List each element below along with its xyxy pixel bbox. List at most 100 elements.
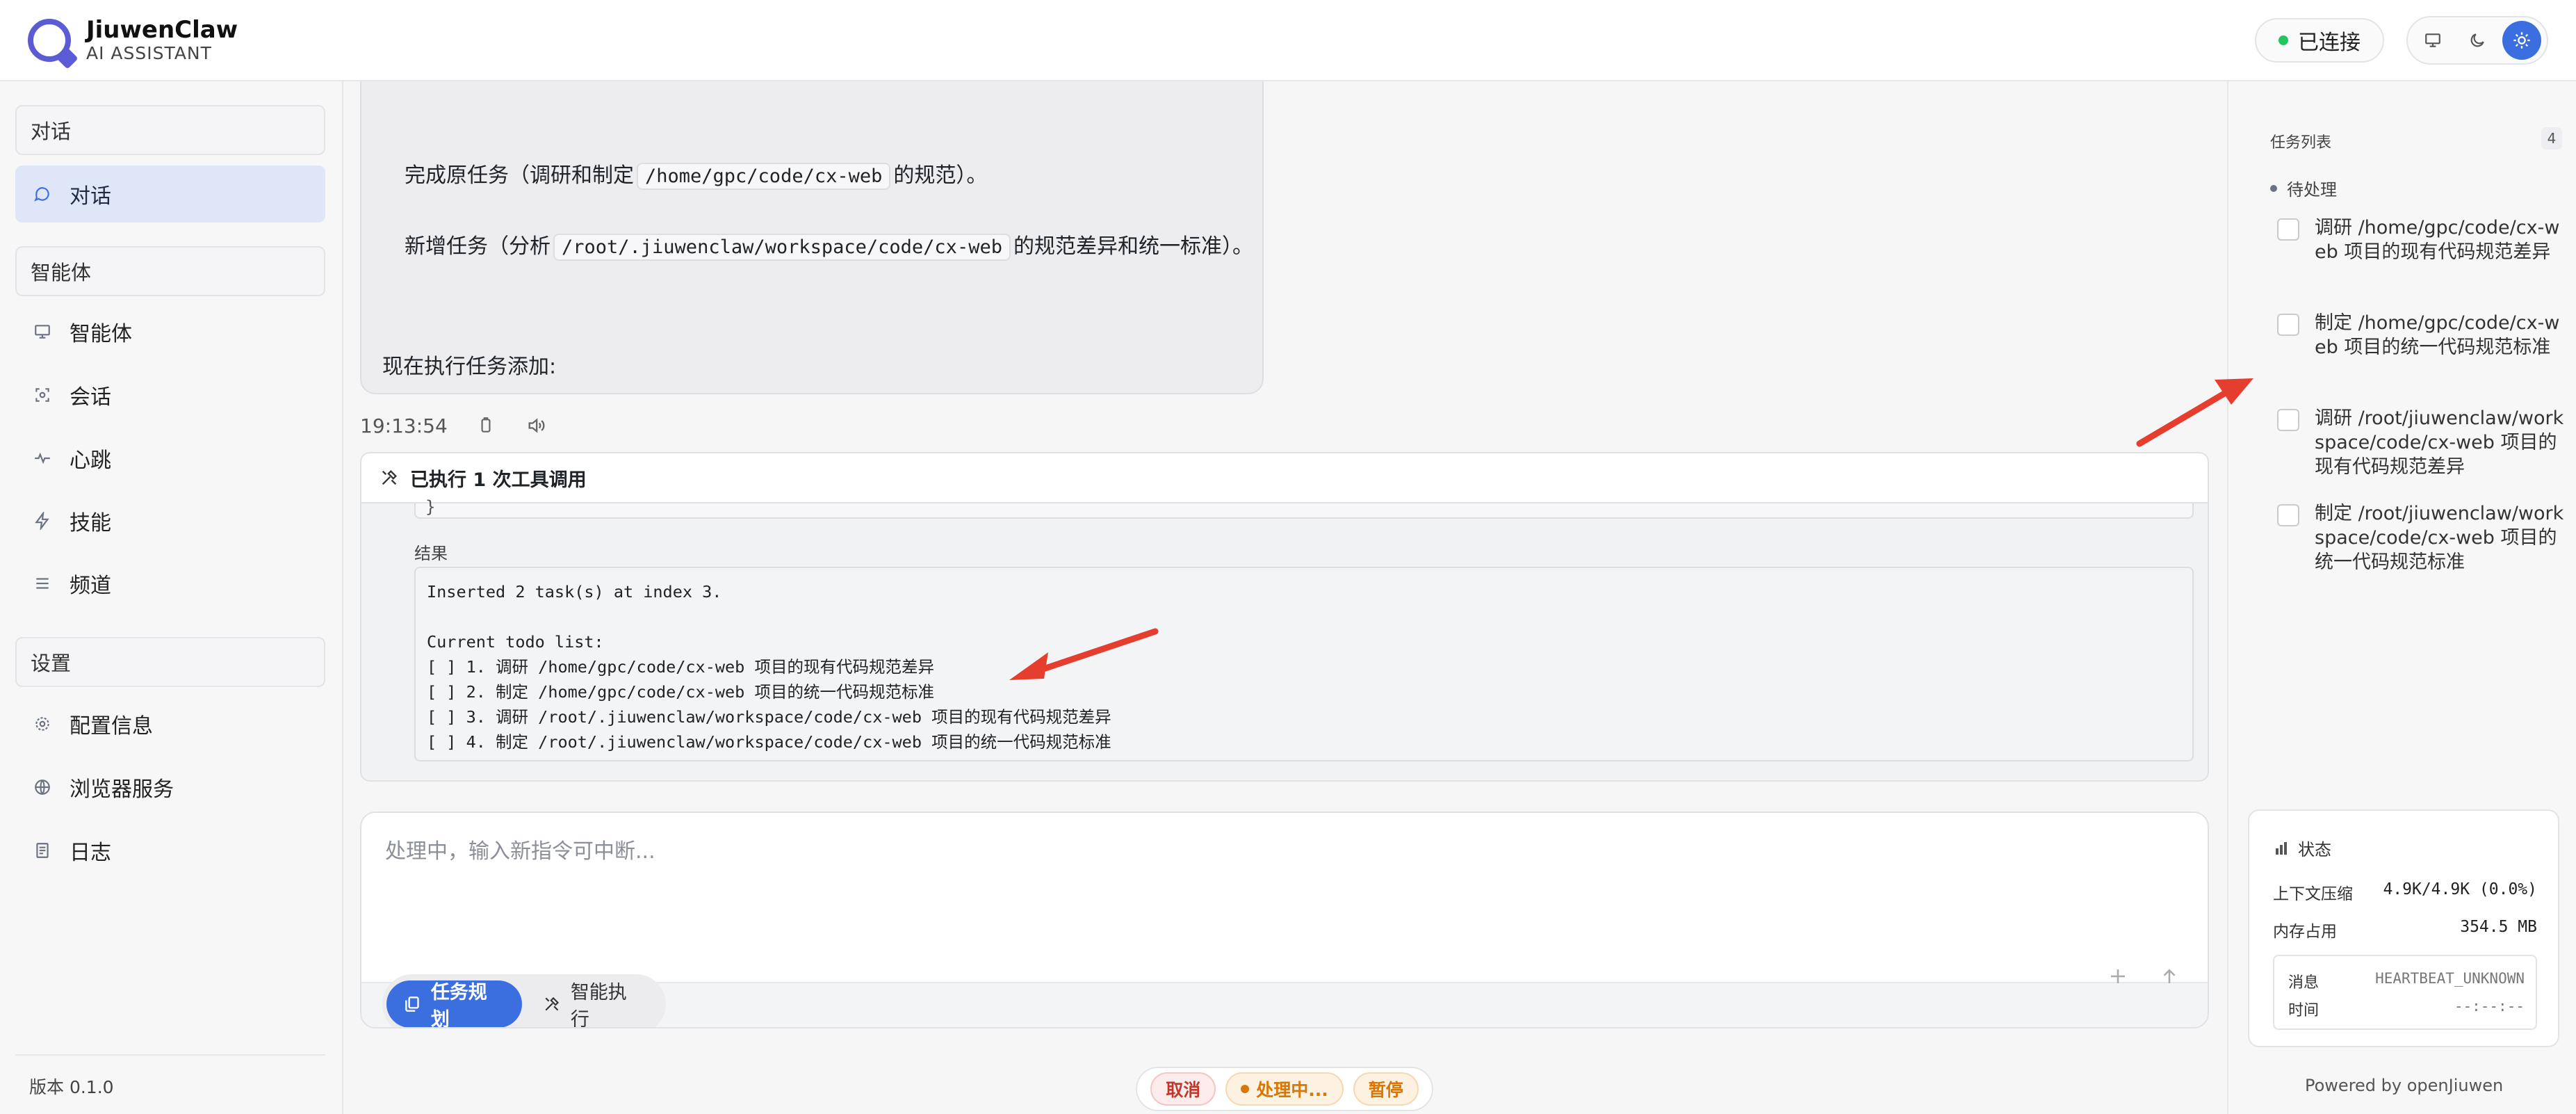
composer-actions xyxy=(2108,966,2180,990)
tool-call-card: 已执行 1 次工具调用 } 结果 Inserted 2 task(s) at i… xyxy=(360,452,2209,782)
monitor-icon xyxy=(2425,33,2440,47)
sidebar-item-browser[interactable]: 浏览器服务 xyxy=(15,759,325,816)
sidebar-item-config[interactable]: 配置信息 xyxy=(15,695,325,752)
heartbeat-box: 消息 HEARTBEAT_UNKNOWN 时间 --:--:-- xyxy=(2273,955,2537,1030)
message-timestamp: 19:13:54 xyxy=(360,414,448,437)
sidebar-item-label: 对话 xyxy=(70,184,111,209)
result-label: 结果 xyxy=(414,544,448,563)
mode-exec-label: 智能执行 xyxy=(570,982,627,1028)
chat-icon xyxy=(32,184,53,204)
sidebar-item-label: 频道 xyxy=(70,574,111,598)
pause-button[interactable]: 暂停 xyxy=(1353,1072,1419,1106)
right-panel: 任务列表 4 待处理 调研 /home/gpc/code/cx-web 项目的现… xyxy=(2227,81,2576,1114)
task-checkbox[interactable] xyxy=(2277,409,2299,431)
context-label: 上下文压缩 xyxy=(2273,885,2353,903)
status-header: 状态 xyxy=(2273,836,2331,860)
gear-icon xyxy=(32,713,53,734)
tool-call-title: 已执行 1 次工具调用 xyxy=(410,469,587,491)
copy-icon[interactable] xyxy=(474,414,498,437)
theme-light-button[interactable] xyxy=(2502,20,2541,60)
mode-plan-label: 任务规划 xyxy=(430,982,487,1028)
message-text: 的规范差异和统一标准）。 xyxy=(1013,234,1253,259)
sidebar-item-label: 心跳 xyxy=(70,449,111,473)
sidebar-item-chat[interactable]: 对话 xyxy=(15,166,325,223)
tool-args-snippet: } xyxy=(414,499,2194,519)
sidebar-item-heartbeat[interactable]: 心跳 xyxy=(15,430,325,487)
mode-exec-button[interactable]: 智能执行 xyxy=(526,980,662,1028)
message-line: 完成原任务（调研和制定/home/gpc/code/cx-web 的规范）。 xyxy=(405,158,987,190)
task-item[interactable]: 调研 /root/jiuwenclaw/workspace/code/cx-we… xyxy=(2277,406,2569,479)
task-text: 制定 /root/jiuwenclaw/workspace/code/cx-we… xyxy=(2315,503,2564,573)
chat-main: 完成原任务（调研和制定/home/gpc/code/cx-web 的规范）。 新增… xyxy=(345,81,2227,1114)
message-text: 新增任务（分析 xyxy=(405,234,551,259)
pending-label: 待处理 xyxy=(2287,180,2337,200)
assistant-message: 完成原任务（调研和制定/home/gpc/code/cx-web 的规范）。 新增… xyxy=(360,81,1264,394)
task-item[interactable]: 制定 /home/gpc/code/cx-web 项目的统一代码规范标准 xyxy=(2277,311,2569,360)
send-icon[interactable] xyxy=(2159,966,2180,990)
message-text: 完成原任务（调研和制定 xyxy=(405,163,634,188)
sidebar-item-session[interactable]: 会话 xyxy=(15,366,325,423)
status-title: 状态 xyxy=(2298,840,2331,859)
sidebar: 对话 对话 智能体 智能体 会话 心跳 技能 频道 设置 配置信息 浏览器服务 … xyxy=(0,81,343,1114)
status-card: 状态 上下文压缩 4.9K/4.9K (0.0%) 内存占用 354.5 MB … xyxy=(2248,809,2559,1047)
pending-group: 待处理 xyxy=(2270,176,2337,200)
time-value: --:--:-- xyxy=(2454,998,2525,1015)
sidebar-item-label: 智能体 xyxy=(70,322,132,346)
bar-chart-icon xyxy=(2276,841,2287,855)
task-text: 制定 /home/gpc/code/cx-web 项目的统一代码规范标准 xyxy=(2315,312,2560,358)
document-icon xyxy=(32,840,53,861)
heartbeat-message-row: 消息 HEARTBEAT_UNKNOWN xyxy=(2288,970,2525,992)
app-root: JiuwenClaw AI ASSISTANT 已连接 对话 对话 智能体 智能… xyxy=(0,0,2576,1114)
sidebar-item-agent[interactable]: 智能体 xyxy=(15,303,325,360)
context-value: 4.9K/4.9K (0.0%) xyxy=(2383,880,2537,898)
tool-call-header[interactable]: 已执行 1 次工具调用 xyxy=(361,453,2208,503)
task-checkbox[interactable] xyxy=(2277,504,2299,526)
memory-label: 内存占用 xyxy=(2273,923,2337,941)
list-icon xyxy=(32,573,53,594)
message-label: 消息 xyxy=(2288,974,2320,992)
powered-by: Powered by openJiuwen xyxy=(2305,1076,2504,1095)
task-item[interactable]: 制定 /root/jiuwenclaw/workspace/code/cx-we… xyxy=(2277,501,2569,574)
logo-icon xyxy=(28,18,71,62)
task-checkbox[interactable] xyxy=(2277,314,2299,336)
task-item[interactable]: 调研 /home/gpc/code/cx-web 项目的现有代码规范差异 xyxy=(2277,216,2569,264)
status-row-context: 上下文压缩 4.9K/4.9K (0.0%) xyxy=(2273,880,2537,904)
sidebar-section-chat: 对话 xyxy=(15,105,325,155)
pause-label: 暂停 xyxy=(1368,1080,1403,1100)
lightning-icon xyxy=(32,510,53,531)
theme-system-button[interactable] xyxy=(2413,21,2452,60)
sidebar-item-label: 技能 xyxy=(70,511,111,535)
mode-plan-button[interactable]: 任务规划 xyxy=(386,980,522,1028)
sidebar-item-logs[interactable]: 日志 xyxy=(15,822,325,879)
processing-label: 处理中... xyxy=(1256,1080,1328,1100)
session-icon xyxy=(32,385,53,405)
mode-switcher: 任务规划 智能执行 xyxy=(382,974,666,1028)
sidebar-item-channels[interactable]: 频道 xyxy=(15,555,325,612)
message-line: 现在执行任务添加: xyxy=(382,355,557,379)
composer: 任务规划 智能执行 xyxy=(360,812,2209,1028)
speaker-icon[interactable] xyxy=(524,414,548,437)
cancel-button[interactable]: 取消 xyxy=(1150,1072,1216,1106)
monitor-icon xyxy=(32,321,53,342)
message-meta: 19:13:54 xyxy=(360,414,548,437)
heartbeat-icon xyxy=(32,448,53,469)
add-icon[interactable] xyxy=(2108,966,2128,990)
processing-dot-icon xyxy=(1241,1085,1250,1093)
message-input[interactable] xyxy=(361,813,2208,952)
pending-dot-icon xyxy=(2270,184,2277,192)
task-checkbox[interactable] xyxy=(2277,218,2299,241)
brand-subtitle: AI ASSISTANT xyxy=(86,43,212,63)
brand-text: JiuwenClaw AI ASSISTANT xyxy=(86,18,238,62)
task-text: 调研 /home/gpc/code/cx-web 项目的现有代码规范差异 xyxy=(2315,217,2560,263)
message-value: HEARTBEAT_UNKNOWN xyxy=(2375,970,2525,987)
time-label: 时间 xyxy=(2288,1002,2320,1019)
sidebar-section-agent: 智能体 xyxy=(15,246,325,296)
sidebar-item-skills[interactable]: 技能 xyxy=(15,492,325,549)
cancel-label: 取消 xyxy=(1166,1080,1201,1100)
memory-value: 354.5 MB xyxy=(2460,918,2537,936)
theme-dark-button[interactable] xyxy=(2458,21,2497,60)
status-row-memory: 内存占用 354.5 MB xyxy=(2273,918,2537,942)
tools-icon xyxy=(545,996,560,1011)
sidebar-item-label: 配置信息 xyxy=(70,714,153,738)
theme-switcher xyxy=(2406,15,2548,65)
